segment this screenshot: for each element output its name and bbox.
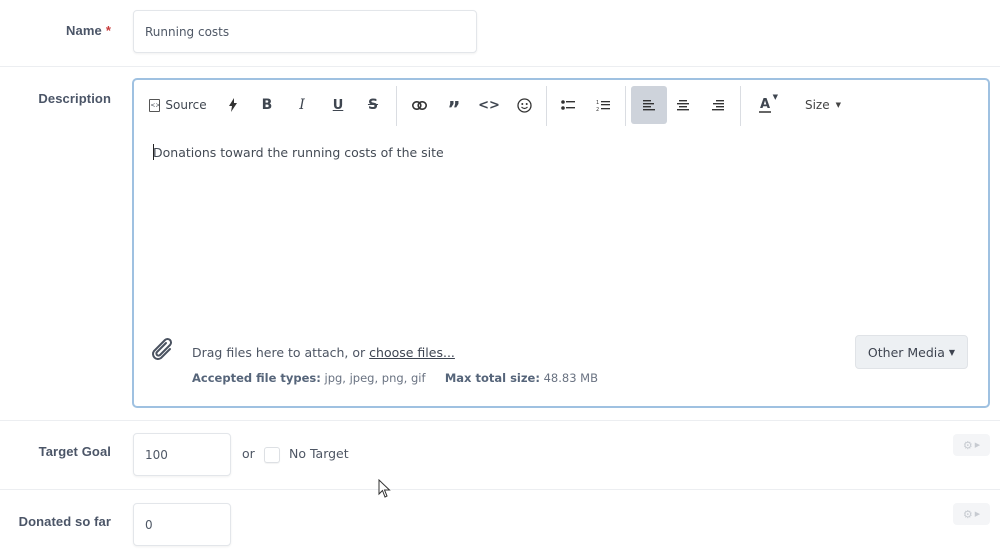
quote-icon: ” (447, 97, 461, 121)
align-right-icon (712, 100, 724, 111)
editor-toolbar: <> Source B I U S ” <> 12 A ▼ Size ▼ (134, 80, 988, 130)
donated-options-button[interactable]: ⚙ ▶ (953, 503, 990, 525)
align-right-button[interactable] (705, 86, 731, 124)
font-color-icon: A (758, 96, 772, 113)
bulleted-list-button[interactable] (555, 86, 581, 124)
align-left-button[interactable] (631, 86, 667, 124)
other-media-button[interactable]: Other Media ▼ (855, 335, 968, 369)
caret-right-icon: ▶ (974, 441, 981, 449)
svg-text:1: 1 (596, 100, 599, 106)
toolbar-separator (740, 86, 741, 126)
divider (0, 66, 1000, 67)
gear-icon: ⚙ (962, 507, 973, 521)
bulleted-list-icon (561, 100, 575, 110)
source-code-file-icon: <> (149, 98, 160, 112)
name-input[interactable]: Running costs (133, 10, 477, 53)
lightning-icon (229, 98, 237, 112)
attach-prompt: Drag files here to attach, or choose fil… (192, 345, 455, 360)
smilie-button[interactable] (511, 86, 537, 124)
underline-button[interactable]: U (325, 86, 351, 124)
editor-content[interactable]: Donations toward the running costs of th… (153, 144, 444, 160)
caret-right-icon: ▶ (974, 510, 981, 518)
rich-text-editor[interactable]: <> Source B I U S ” <> 12 A ▼ Size ▼ Don… (132, 78, 990, 408)
or-text: or (242, 446, 255, 461)
no-target-checkbox[interactable] (264, 447, 280, 463)
align-center-button[interactable] (670, 86, 696, 124)
caret-down-icon: ▼ (835, 101, 842, 109)
target-goal-input[interactable]: 100 (133, 433, 231, 476)
source-button[interactable]: <> Source (148, 86, 208, 124)
choose-files-link[interactable]: choose files... (369, 345, 455, 360)
no-target-label[interactable]: No Target (289, 446, 349, 461)
donated-input[interactable]: 0 (133, 503, 231, 546)
caret-down-icon: ▼ (772, 93, 778, 101)
link-icon (411, 100, 427, 110)
align-left-icon (643, 100, 655, 111)
toolbar-separator (396, 86, 397, 126)
strikethrough-button[interactable]: S (360, 86, 386, 124)
numbered-list-button[interactable]: 12 (590, 86, 616, 124)
italic-button[interactable]: I (289, 86, 315, 124)
toolbar-separator (625, 86, 626, 126)
donated-label: Donated so far (18, 514, 111, 529)
align-center-icon (677, 100, 689, 111)
smiley-icon (516, 97, 532, 113)
paperclip-icon (152, 337, 173, 360)
font-color-button[interactable]: A ▼ (750, 86, 780, 124)
caret-down-icon: ▼ (948, 347, 956, 357)
flash-button[interactable] (220, 86, 246, 124)
quote-button[interactable]: ” (441, 86, 467, 124)
code-button[interactable]: <> (476, 86, 502, 124)
target-goal-options-button[interactable]: ⚙ ▶ (953, 434, 990, 456)
divider (0, 420, 1000, 421)
size-dropdown[interactable]: Size ▼ (798, 86, 848, 124)
svg-text:2: 2 (596, 107, 599, 112)
name-label: Name * (66, 23, 111, 38)
description-label: Description (38, 91, 111, 106)
code-icon: <> (478, 97, 500, 113)
target-goal-label: Target Goal (38, 444, 111, 459)
link-button[interactable] (406, 86, 432, 124)
bold-button[interactable]: B (254, 86, 280, 124)
attach-info: Accepted file types: jpg, jpeg, png, gif… (192, 371, 598, 385)
mouse-cursor-icon (378, 479, 391, 498)
gear-icon: ⚙ (962, 438, 973, 452)
divider (0, 489, 1000, 490)
required-marker: * (105, 23, 111, 38)
toolbar-separator (546, 86, 547, 126)
numbered-list-icon: 12 (596, 100, 610, 112)
